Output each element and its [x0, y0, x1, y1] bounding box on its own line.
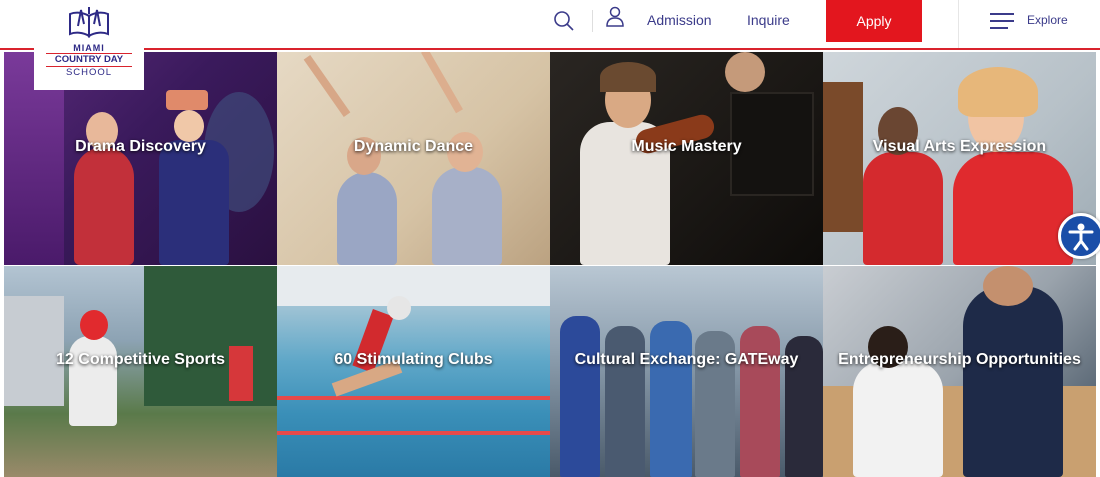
header-bar: Admission Inquire Apply Explore: [0, 0, 1100, 50]
tile-label: Music Mastery: [631, 138, 742, 155]
tile-label: 12 Competitive Sports: [56, 351, 225, 368]
tile-label: Visual Arts Expression: [872, 138, 1047, 155]
dancer-figure: [337, 172, 397, 265]
student-figure: [605, 326, 645, 477]
dancer-arm: [303, 55, 351, 117]
program-grid: Drama Discovery Dynamic Dance Music Mast…: [4, 52, 1096, 477]
student-figure: [863, 152, 943, 265]
athlete-figure: [69, 336, 117, 426]
student-figure: [650, 321, 692, 477]
school-logo[interactable]: MIAMI COUNTRY DAY SCHOOL: [34, 0, 144, 90]
tile-label: Dynamic Dance: [353, 138, 474, 155]
nav-divider-2: [958, 0, 959, 48]
program-tile-visual-arts[interactable]: Visual Arts Expression: [823, 52, 1096, 265]
student-figure: [853, 361, 943, 477]
dancer-figure: [432, 167, 502, 265]
logo-line-1: MIAMI: [73, 43, 105, 53]
performer-figure: [74, 147, 134, 265]
search-icon[interactable]: [553, 10, 575, 32]
program-tile-sports[interactable]: 12 Competitive Sports: [4, 266, 277, 477]
apply-button[interactable]: Apply: [826, 0, 922, 42]
logo-line-2: COUNTRY DAY: [54, 54, 124, 65]
student-figure: [560, 316, 600, 477]
user-icon[interactable]: [605, 6, 625, 28]
tile-label: 60 Stimulating Clubs: [334, 351, 493, 368]
accessibility-button[interactable]: [1058, 213, 1100, 259]
student-figure: [953, 152, 1073, 265]
inquire-link[interactable]: Inquire: [747, 12, 790, 28]
student-figure: [963, 286, 1063, 477]
logo-line-3: SCHOOL: [65, 67, 113, 78]
tile-bg-decor: [144, 266, 277, 406]
accessibility-icon: [1068, 223, 1094, 251]
student-hair: [958, 67, 1038, 117]
tile-label: Cultural Exchange: GATEway: [574, 351, 799, 368]
pool-lane-line: [277, 431, 550, 435]
nav-divider: [592, 10, 593, 32]
musician-figure: [725, 52, 765, 92]
performer-figure: [159, 140, 229, 265]
explore-link[interactable]: Explore: [1027, 13, 1068, 27]
performer-figure: [166, 90, 208, 110]
swimmer-cap: [387, 296, 411, 320]
pool-lane-line: [277, 396, 550, 400]
musician-hair: [600, 62, 656, 92]
program-tile-music[interactable]: Music Mastery: [550, 52, 823, 265]
program-tile-dance[interactable]: Dynamic Dance: [277, 52, 550, 265]
student-figure: [740, 326, 780, 477]
student-figure: [983, 266, 1033, 306]
hamburger-menu-icon[interactable]: [990, 12, 1014, 30]
dancer-arm: [421, 52, 463, 114]
tile-label: Drama Discovery: [75, 138, 206, 155]
athlete-helmet: [80, 310, 108, 340]
program-tile-entrepreneurship[interactable]: Entrepreneurship Opportunities: [823, 266, 1096, 477]
tile-bg-decor: [277, 266, 550, 306]
program-tile-cultural-exchange[interactable]: Cultural Exchange: GATEway: [550, 266, 823, 477]
admission-link[interactable]: Admission: [647, 12, 712, 28]
book-crest-icon: [69, 7, 109, 38]
program-tile-clubs[interactable]: 60 Stimulating Clubs: [277, 266, 550, 477]
tile-bg-decor: [823, 82, 863, 232]
tile-label: Entrepreneurship Opportunities: [838, 351, 1081, 368]
